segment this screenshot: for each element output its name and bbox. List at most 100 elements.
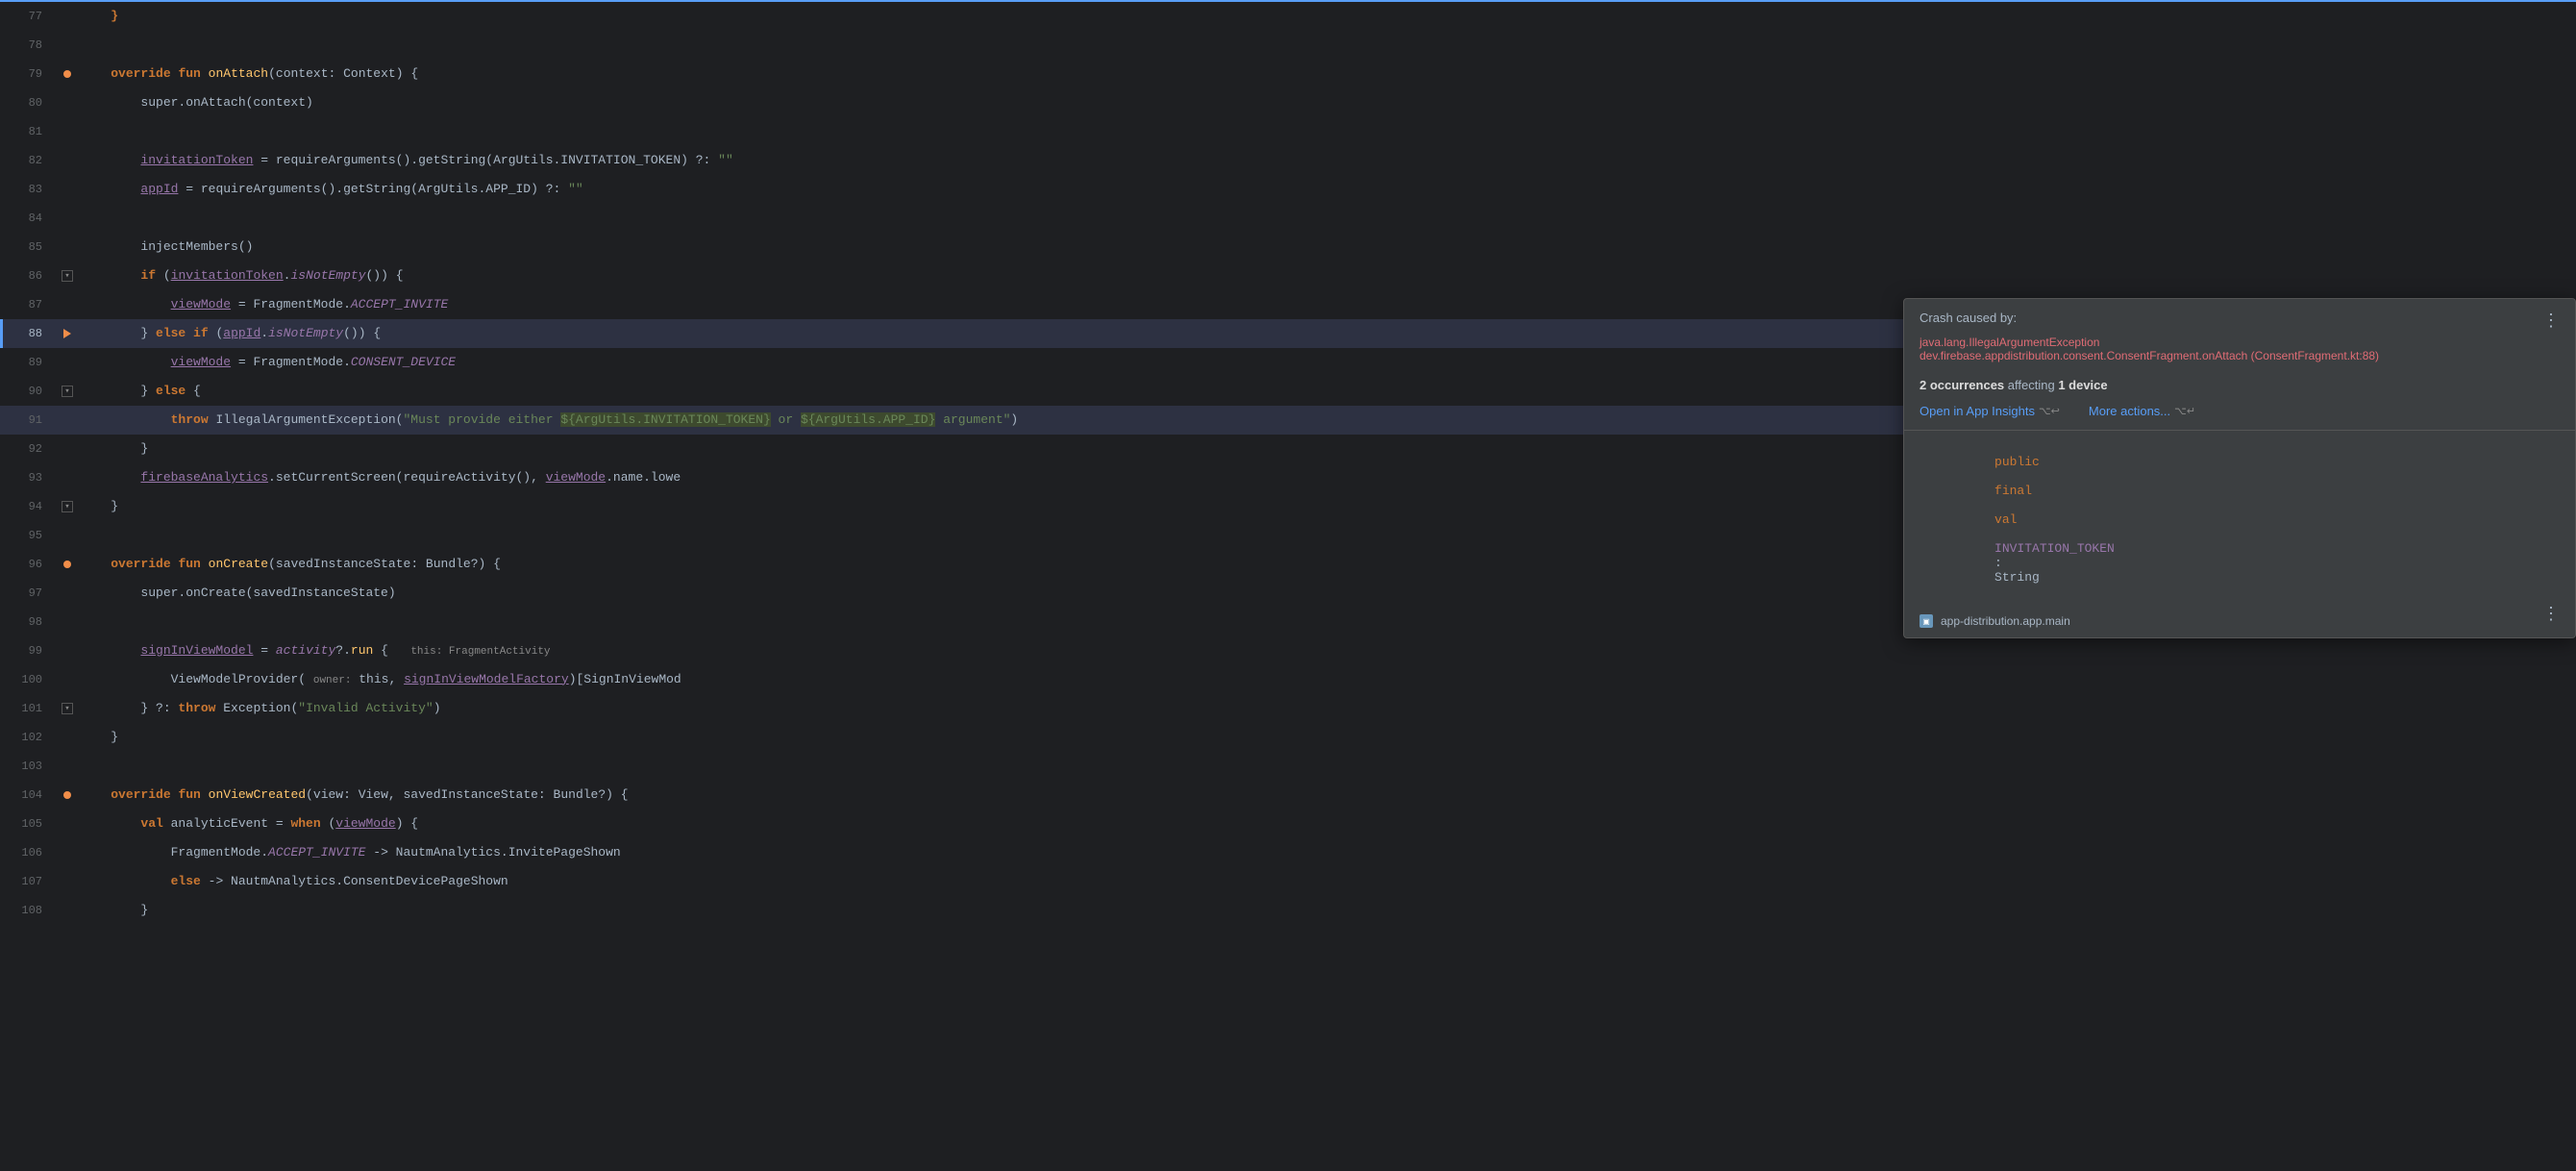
line-number: 79 <box>0 67 58 81</box>
line-gutter: ▾ <box>58 270 77 282</box>
line-gutter <box>58 329 77 338</box>
line-content: else -> NautmAnalytics.ConsentDevicePage… <box>77 867 2576 896</box>
line-gutter: ▾ <box>58 501 77 512</box>
line-number: 83 <box>0 183 58 196</box>
code-space <box>1994 498 2002 512</box>
crash-occurrences: 2 occurrences affecting 1 device <box>1904 370 2575 400</box>
code-line-104: 104 override fun onViewCreated(view: Vie… <box>0 781 2576 810</box>
code-line-100: 100 ViewModelProvider( owner: this, sign… <box>0 665 2576 694</box>
line-number: 108 <box>0 904 58 917</box>
open-in-app-insights-link[interactable]: Open in App Insights ⌥↩ <box>1920 404 2060 418</box>
file-name: app-distribution.app.main <box>1941 614 2070 628</box>
line-content: ViewModelProvider( owner: this, signInVi… <box>77 665 2576 695</box>
line-number: 80 <box>0 96 58 110</box>
line-content: if (invitationToken.isNotEmpty()) { <box>77 262 2576 290</box>
code-line-106: 106 FragmentMode.ACCEPT_INVITE -> NautmA… <box>0 838 2576 867</box>
code-line-108: 108 } <box>0 896 2576 925</box>
code-kw-public: public <box>1994 455 2040 469</box>
code-space <box>1994 527 2002 541</box>
popup-more-button-1[interactable]: ⋮ <box>2535 307 2567 336</box>
active-file-indicator <box>0 0 2576 2</box>
line-content: } <box>77 896 2576 925</box>
line-gutter: ▾ <box>58 703 77 714</box>
line-content: } ?: throw Exception("Invalid Activity") <box>77 694 2576 723</box>
code-line-102: 102 } <box>0 723 2576 752</box>
link1-shortcut-icon: ⌥↩ <box>2039 405 2060 417</box>
popup-file-row: ▣ app-distribution.app.main ⋮ <box>1904 609 2575 637</box>
line-number: 89 <box>0 356 58 369</box>
line-content: override fun onAttach(context: Context) … <box>77 60 2576 88</box>
line-number: 106 <box>0 846 58 860</box>
line-content: } <box>77 2 2576 31</box>
line-number: 85 <box>0 240 58 254</box>
code-line-78: 78 <box>0 31 2576 60</box>
line-number: 104 <box>0 788 58 802</box>
crash-details: java.lang.IllegalArgumentException dev.f… <box>1904 334 2575 370</box>
line-number: 91 <box>0 413 58 427</box>
line-content: } <box>77 723 2576 752</box>
more-actions-label: More actions... <box>2089 404 2170 418</box>
code-line-81: 81 <box>0 117 2576 146</box>
device-count: 1 device <box>2058 378 2107 392</box>
line-number: 103 <box>0 760 58 773</box>
line-number: 95 <box>0 529 58 542</box>
line-number: 77 <box>0 10 58 23</box>
line-content: signInViewModel = activity?.run { this: … <box>77 636 2576 666</box>
occurrences-count: 2 occurrences <box>1920 378 2004 392</box>
code-type-string: String <box>1994 570 2040 585</box>
code-colon: : <box>1994 556 2010 570</box>
line-content: override fun onViewCreated(view: View, s… <box>77 781 2576 810</box>
open-insights-label: Open in App Insights <box>1920 404 2035 418</box>
code-line-83: 83 appId = requireArguments().getString(… <box>0 175 2576 204</box>
line-number: 87 <box>0 298 58 311</box>
popup-actions: Open in App Insights ⌥↩ More actions... … <box>1904 400 2575 430</box>
line-content: FragmentMode.ACCEPT_INVITE -> NautmAnaly… <box>77 838 2576 867</box>
more-actions-link[interactable]: More actions... ⌥↵ <box>2089 404 2195 418</box>
popup-header: Crash caused by: ⋮ <box>1904 299 2575 334</box>
popup-code-section: public final val INVITATION_TOKEN : Stri… <box>1904 431 2575 609</box>
line-number: 88 <box>0 327 58 340</box>
code-kw-val: val <box>1994 512 2017 527</box>
line-number: 84 <box>0 212 58 225</box>
code-line-77: 77 } <box>0 2 2576 31</box>
code-line-107: 107 else -> NautmAnalytics.ConsentDevice… <box>0 867 2576 896</box>
popup-more-button-2[interactable]: ⋮ <box>2535 600 2567 628</box>
line-gutter <box>58 70 77 78</box>
line-number: 96 <box>0 558 58 571</box>
link2-shortcut-icon: ⌥↵ <box>2174 405 2195 417</box>
code-line-86: 86 ▾ if (invitationToken.isNotEmpty()) { <box>0 262 2576 290</box>
code-line-105: 105 val analyticEvent = when (viewMode) … <box>0 810 2576 838</box>
line-content: invitationToken = requireArguments().get… <box>77 146 2576 175</box>
code-kw-final: final <box>1994 484 2032 498</box>
code-line-103: 103 <box>0 752 2576 781</box>
line-number: 99 <box>0 644 58 658</box>
line-content: injectMembers() <box>77 233 2576 262</box>
code-space <box>1994 469 2002 484</box>
crash-popup-panel: Crash caused by: ⋮ java.lang.IllegalArgu… <box>1903 298 2576 638</box>
code-line-85: 85 injectMembers() <box>0 233 2576 262</box>
main-container: 77 } 78 79 override fun onAttach(context… <box>0 0 2576 1171</box>
line-content: val analyticEvent = when (viewMode) { <box>77 810 2576 838</box>
code-line-79: 79 override fun onAttach(context: Contex… <box>0 60 2576 88</box>
line-number: 100 <box>0 673 58 686</box>
code-token-name: INVITATION_TOKEN <box>1994 541 2115 556</box>
line-gutter <box>58 791 77 799</box>
active-line-indicator <box>0 319 3 348</box>
code-editor: 77 } 78 79 override fun onAttach(context… <box>0 0 2576 1171</box>
popup-code-line: public final val INVITATION_TOKEN : Stri… <box>1920 440 2560 599</box>
crash-exception-class: java.lang.IllegalArgumentException <box>1920 336 2560 349</box>
affecting-label: affecting <box>2004 378 2058 392</box>
line-number: 92 <box>0 442 58 456</box>
code-line-80: 80 super.onAttach(context) <box>0 88 2576 117</box>
line-number: 102 <box>0 731 58 744</box>
code-line-101: 101 ▾ } ?: throw Exception("Invalid Acti… <box>0 694 2576 723</box>
line-number: 97 <box>0 586 58 600</box>
crash-stack-frame: dev.firebase.appdistribution.consent.Con… <box>1920 349 2560 362</box>
line-number: 98 <box>0 615 58 629</box>
code-line-99: 99 signInViewModel = activity?.run { thi… <box>0 636 2576 665</box>
line-number: 94 <box>0 500 58 513</box>
line-number: 93 <box>0 471 58 485</box>
line-number: 78 <box>0 38 58 52</box>
line-content: appId = requireArguments().getString(Arg… <box>77 175 2576 204</box>
line-gutter: ▾ <box>58 386 77 397</box>
